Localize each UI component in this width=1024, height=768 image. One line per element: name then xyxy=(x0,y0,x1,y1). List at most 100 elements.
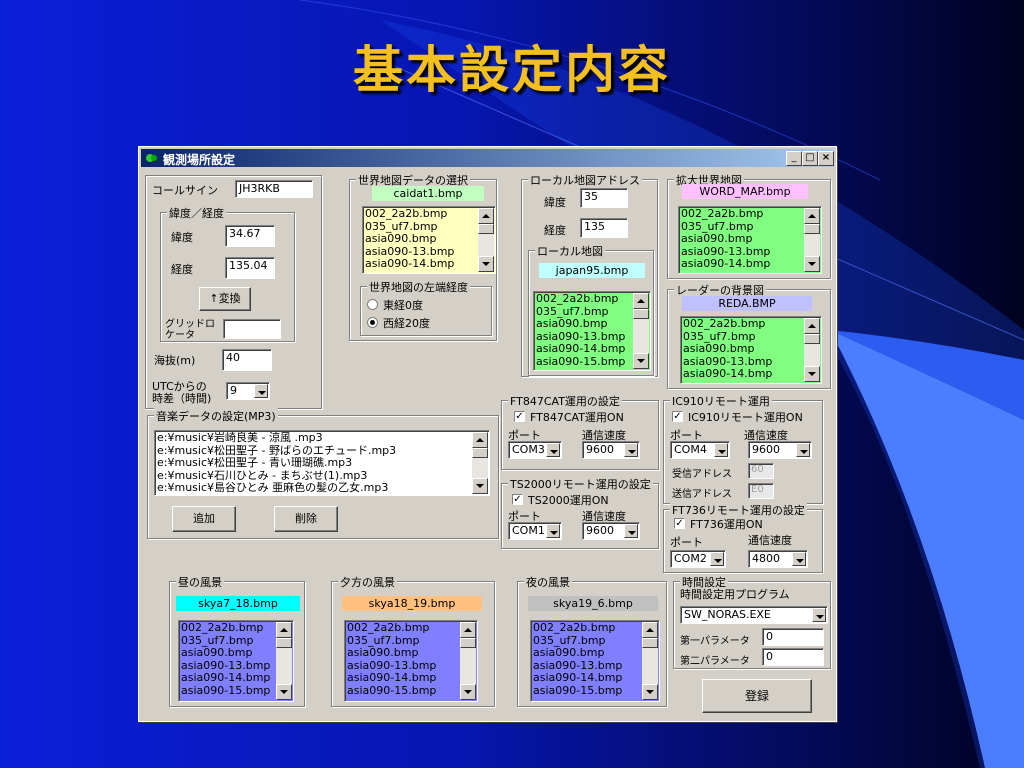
ts2000-checkbox[interactable]: ✓ xyxy=(512,494,523,505)
scroll-down-icon[interactable] xyxy=(633,353,649,369)
list-item[interactable]: asia090-13.bmp xyxy=(365,246,477,259)
scrollbar[interactable] xyxy=(472,432,488,494)
time-program-select[interactable]: SW_NORAS.EXE xyxy=(680,606,828,624)
ft847-checkbox[interactable]: ✓ xyxy=(514,411,525,422)
chevron-down-icon[interactable] xyxy=(546,443,560,457)
window-titlebar[interactable]: 観測場所設定 _ □ × xyxy=(141,149,834,167)
scrollbar[interactable] xyxy=(642,622,658,700)
list-item[interactable]: e:¥music¥松田聖子 - 青い珊瑚礁.mp3 xyxy=(157,457,471,470)
ft847-speed-select[interactable]: 9600 xyxy=(582,441,640,459)
utc-offset-select[interactable]: 9 xyxy=(226,382,270,400)
list-item[interactable]: 002_2a2b.bmp xyxy=(683,318,803,331)
chevron-down-icon[interactable] xyxy=(624,443,638,457)
list-item[interactable]: asia090.bmp xyxy=(347,647,459,660)
list-item[interactable]: asia090-14.bmp xyxy=(681,258,803,271)
scroll-thumb[interactable] xyxy=(472,448,488,458)
scroll-thumb[interactable] xyxy=(804,334,820,344)
scroll-down-icon[interactable] xyxy=(478,256,494,272)
ft847-port-select[interactable]: COM3 xyxy=(508,441,562,459)
register-button[interactable]: 登録 xyxy=(702,679,812,713)
local-map-list[interactable]: 002_2a2b.bmp 035_uf7.bmp asia090.bmp asi… xyxy=(533,291,651,371)
chevron-down-icon[interactable] xyxy=(714,443,728,457)
scroll-thumb[interactable] xyxy=(478,224,494,234)
lat-input[interactable]: 34.67 xyxy=(225,225,275,247)
list-item[interactable]: asia090.bmp xyxy=(681,233,803,246)
param1-input[interactable]: 0 xyxy=(762,628,824,646)
scroll-down-icon[interactable] xyxy=(804,256,820,272)
scroll-up-icon[interactable] xyxy=(472,432,488,448)
convert-button[interactable]: ↑変換 xyxy=(199,287,251,311)
list-item[interactable]: 035_uf7.bmp xyxy=(181,635,275,648)
ic910-speed-select[interactable]: 9600 xyxy=(748,441,812,459)
list-item[interactable]: asia090-14.bmp xyxy=(683,368,803,381)
night-scene-list[interactable]: 002_2a2b.bmp 035_uf7.bmp asia090.bmp asi… xyxy=(530,620,660,702)
list-item[interactable]: 035_uf7.bmp xyxy=(347,635,459,648)
radar-list[interactable]: 002_2a2b.bmp 035_uf7.bmp asia090.bmp asi… xyxy=(680,316,822,384)
list-item[interactable]: asia090-15.bmp xyxy=(347,685,459,698)
list-item[interactable]: asia090.bmp xyxy=(533,647,641,660)
list-item[interactable]: 035_uf7.bmp xyxy=(681,221,803,234)
scroll-thumb[interactable] xyxy=(276,638,292,648)
scroll-down-icon[interactable] xyxy=(276,684,292,700)
list-item[interactable]: e:¥music¥島谷ひとみ 亜麻色の髪の乙女.mp3 xyxy=(157,482,471,495)
ft736-speed-select[interactable]: 4800 xyxy=(748,550,808,568)
list-item[interactable]: 035_uf7.bmp xyxy=(365,221,477,234)
list-item[interactable]: asia090.bmp xyxy=(365,233,477,246)
ic910-port-select[interactable]: COM4 xyxy=(670,441,730,459)
local-lon-input[interactable]: 135 xyxy=(580,218,628,238)
scroll-up-icon[interactable] xyxy=(633,293,649,309)
scroll-down-icon[interactable] xyxy=(460,684,476,700)
list-item[interactable]: asia090-14.bmp xyxy=(536,343,632,356)
day-scene-list[interactable]: 002_2a2b.bmp 035_uf7.bmp asia090.bmp asi… xyxy=(178,620,294,702)
list-item[interactable]: asia090-14.bmp xyxy=(347,672,459,685)
scroll-thumb[interactable] xyxy=(633,309,649,319)
list-item[interactable]: 035_uf7.bmp xyxy=(533,635,641,648)
chevron-down-icon[interactable] xyxy=(624,524,638,538)
ext-map-list[interactable]: 002_2a2b.bmp 035_uf7.bmp asia090.bmp asi… xyxy=(678,206,822,274)
chevron-down-icon[interactable] xyxy=(546,524,560,538)
list-item[interactable]: asia090.bmp xyxy=(536,318,632,331)
list-item[interactable]: e:¥music¥松田聖子 - 野ばらのエチュード.mp3 xyxy=(157,445,471,458)
scroll-down-icon[interactable] xyxy=(472,478,488,494)
list-item[interactable]: 002_2a2b.bmp xyxy=(533,622,641,635)
ic910-checkbox[interactable]: ✓ xyxy=(672,411,683,422)
list-item[interactable]: asia090-15.bmp xyxy=(536,356,632,369)
param2-input[interactable]: 0 xyxy=(762,648,824,666)
scroll-up-icon[interactable] xyxy=(642,622,658,638)
list-item[interactable]: asia090-13.bmp xyxy=(533,660,641,673)
music-list[interactable]: e:¥music¥岩崎良美 - 涼風 .mp3 e:¥music¥松田聖子 - … xyxy=(154,430,490,496)
list-item[interactable]: asia090-13.bmp xyxy=(347,660,459,673)
list-item[interactable]: asia090-14.bmp xyxy=(533,672,641,685)
chevron-down-icon[interactable] xyxy=(796,443,810,457)
scrollbar[interactable] xyxy=(460,622,476,700)
scrollbar[interactable] xyxy=(633,293,649,369)
minimize-button[interactable]: _ xyxy=(786,151,802,166)
list-item[interactable]: 002_2a2b.bmp xyxy=(681,208,803,221)
ts2000-port-select[interactable]: COM1 xyxy=(508,522,562,540)
lon-input[interactable]: 135.04 xyxy=(225,257,275,279)
scroll-down-icon[interactable] xyxy=(642,684,658,700)
chevron-down-icon[interactable] xyxy=(792,552,806,566)
ts2000-speed-select[interactable]: 9600 xyxy=(582,522,640,540)
list-item[interactable]: asia090-13.bmp xyxy=(681,246,803,259)
list-item[interactable]: 002_2a2b.bmp xyxy=(365,208,477,221)
scrollbar[interactable] xyxy=(478,208,494,272)
ic910-recv-input[interactable]: 60 xyxy=(748,463,774,479)
list-item[interactable]: 002_2a2b.bmp xyxy=(347,622,459,635)
world-map-list[interactable]: 002_2a2b.bmp 035_uf7.bmp asia090.bmp asi… xyxy=(362,206,496,274)
maximize-button[interactable]: □ xyxy=(802,151,818,166)
chevron-down-icon[interactable] xyxy=(812,608,826,622)
scroll-up-icon[interactable] xyxy=(478,208,494,224)
list-item[interactable]: asia090-13.bmp xyxy=(536,331,632,344)
scroll-up-icon[interactable] xyxy=(276,622,292,638)
scroll-thumb[interactable] xyxy=(804,224,820,234)
list-item[interactable]: asia090-15.bmp xyxy=(533,685,641,698)
ft736-checkbox[interactable]: ✓ xyxy=(674,518,685,529)
list-item[interactable]: e:¥music¥石川ひとみ - まちぶせ(1).mp3 xyxy=(157,470,471,483)
scrollbar[interactable] xyxy=(804,208,820,272)
list-item[interactable]: asia090.bmp xyxy=(181,647,275,660)
scroll-down-icon[interactable] xyxy=(804,366,820,382)
evening-scene-list[interactable]: 002_2a2b.bmp 035_uf7.bmp asia090.bmp asi… xyxy=(344,620,478,702)
chevron-down-icon[interactable] xyxy=(710,552,724,566)
scroll-up-icon[interactable] xyxy=(460,622,476,638)
